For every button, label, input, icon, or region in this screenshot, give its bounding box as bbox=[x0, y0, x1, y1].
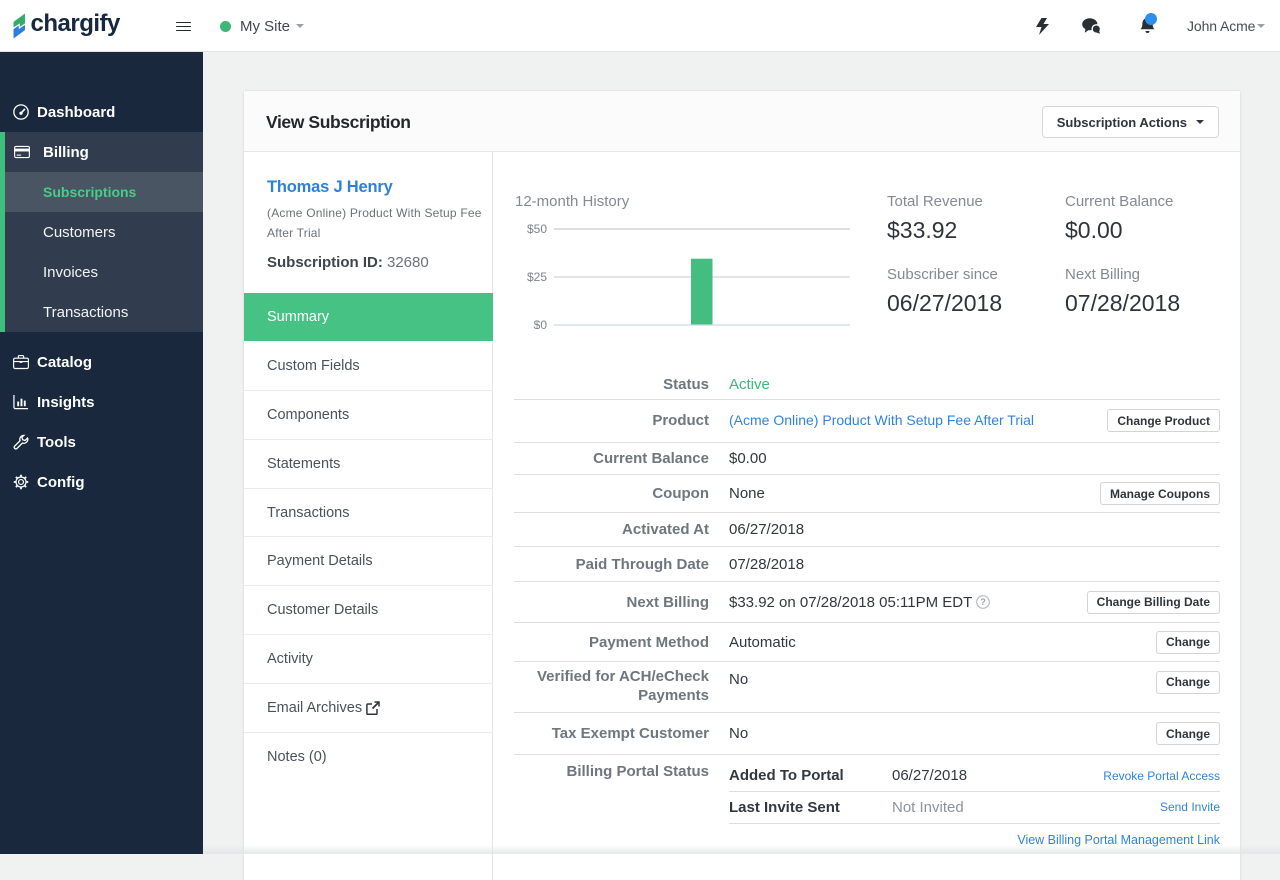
svg-text:$0: $0 bbox=[534, 318, 548, 329]
svg-text:?: ? bbox=[980, 597, 986, 607]
svg-text:$50: $50 bbox=[527, 222, 547, 236]
svg-text:$25: $25 bbox=[527, 270, 547, 284]
